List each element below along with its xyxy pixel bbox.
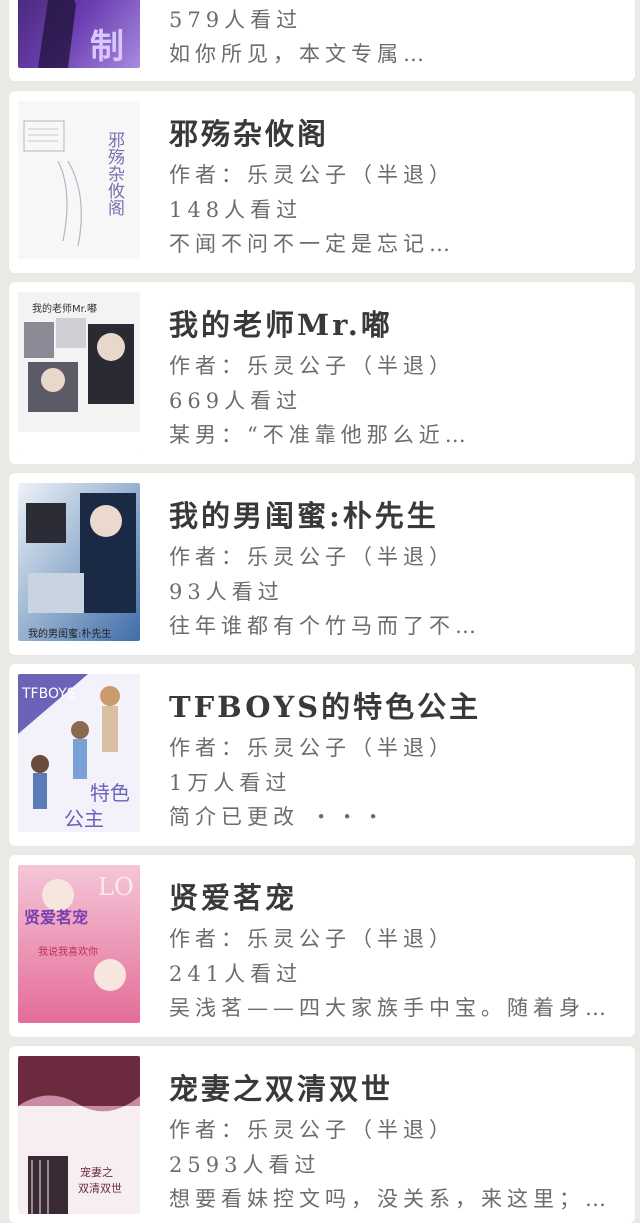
book-cover[interactable]: 制 — [18, 0, 140, 68]
svg-text:LO: LO — [98, 873, 134, 901]
svg-text:公主: 公主 — [64, 807, 104, 831]
svg-text:邪殇杂攸阁: 邪殇杂攸阁 — [104, 131, 125, 217]
book-intro: 吴浅茗——四大家族手中宝。随着身… — [169, 996, 611, 1020]
novel-card[interactable]: 宠妻之 双清双世 宠妻之双清双世 作者：乐灵公子（半退） 2593人看过 想要看… — [9, 1046, 635, 1223]
book-author: 作者：乐灵公子（半退） — [169, 1118, 455, 1142]
book-cover[interactable]: 我的老师Mr.嘟 — [18, 292, 140, 450]
novel-card[interactable]: 制 579人看过 如你所见，本文专属… — [9, 0, 635, 81]
view-count: 579人看过 — [169, 8, 303, 32]
svg-text:宠妻之: 宠妻之 — [80, 1165, 113, 1179]
svg-text:制: 制 — [90, 27, 124, 67]
book-cover[interactable]: 我的男闺蜜:朴先生 — [18, 483, 140, 641]
svg-text:特色: 特色 — [90, 781, 130, 805]
book-title[interactable]: 我的老师Mr.嘟 — [169, 302, 393, 344]
novel-card[interactable]: 我的老师Mr.嘟 我的老师Mr.嘟 作者：乐灵公子（半退） 669人看过 某男：… — [9, 282, 635, 464]
svg-text:我的男闺蜜:朴先生: 我的男闺蜜:朴先生 — [28, 627, 111, 640]
book-intro: 想要看妹控文吗，没关系，来这里；… — [169, 1187, 611, 1211]
novel-card[interactable]: 邪殇杂攸阁 邪殇杂攸阁 作者：乐灵公子（半退） 148人看过 不闻不问不一定是忘… — [9, 91, 635, 273]
book-author: 作者：乐灵公子（半退） — [169, 927, 455, 951]
book-author: 作者：乐灵公子（半退） — [169, 354, 455, 378]
book-title[interactable]: 邪殇杂攸阁 — [169, 111, 329, 153]
view-count: 93人看过 — [169, 580, 284, 604]
svg-text:我的老师Mr.嘟: 我的老师Mr.嘟 — [32, 302, 97, 315]
book-title[interactable]: 我的男闺蜜:朴先生 — [169, 493, 439, 535]
book-title[interactable]: 贤爱茗宠 — [169, 875, 297, 917]
book-cover[interactable]: 邪殇杂攸阁 — [18, 101, 140, 259]
book-author: 作者：乐灵公子（半退） — [169, 163, 455, 187]
book-cover[interactable]: 宠妻之 双清双世 — [18, 1056, 140, 1214]
book-cover[interactable]: TFBOYS 特色 公主 — [18, 674, 140, 832]
view-count: 669人看过 — [169, 389, 303, 413]
book-cover[interactable]: 贤爱茗宠 我说我喜欢你 LO — [18, 865, 140, 1023]
book-intro: 某男：“不准靠他那么近… — [169, 423, 471, 447]
view-count: 241人看过 — [169, 962, 303, 986]
book-author: 作者：乐灵公子（半退） — [169, 545, 455, 569]
view-count: 1万人看过 — [169, 771, 292, 795]
svg-text:我说我喜欢你: 我说我喜欢你 — [38, 945, 98, 958]
novel-card[interactable]: 我的男闺蜜:朴先生 我的男闺蜜:朴先生 作者：乐灵公子（半退） 93人看过 往年… — [9, 473, 635, 655]
book-intro: 不闻不问不一定是忘记… — [169, 232, 455, 256]
book-intro: 如你所见，本文专属… — [169, 42, 429, 66]
svg-text:TFBOYS: TFBOYS — [21, 686, 76, 702]
book-title[interactable]: 宠妻之双清双世 — [169, 1066, 393, 1108]
book-intro: 简介已更改 ・・・ — [169, 805, 389, 829]
view-count: 2593人看过 — [169, 1153, 321, 1177]
book-intro: 往年谁都有个竹马而了不… — [169, 614, 481, 638]
view-count: 148人看过 — [169, 198, 303, 222]
novel-list: 制 579人看过 如你所见，本文专属… 邪殇杂攸阁 邪殇杂攸阁 作者：乐灵公子（… — [0, 0, 640, 1223]
svg-text:贤爱茗宠: 贤爱茗宠 — [24, 908, 88, 927]
novel-card[interactable]: TFBOYS 特色 公主 TFBOYS的特色公主 作者：乐灵公子（半退） 1万人… — [9, 664, 635, 846]
svg-text:双清双世: 双清双世 — [78, 1182, 122, 1195]
book-title[interactable]: TFBOYS的特色公主 — [169, 684, 481, 726]
book-author: 作者：乐灵公子（半退） — [169, 736, 455, 760]
novel-card[interactable]: 贤爱茗宠 我说我喜欢你 LO 贤爱茗宠 作者：乐灵公子（半退） 241人看过 吴… — [9, 855, 635, 1037]
